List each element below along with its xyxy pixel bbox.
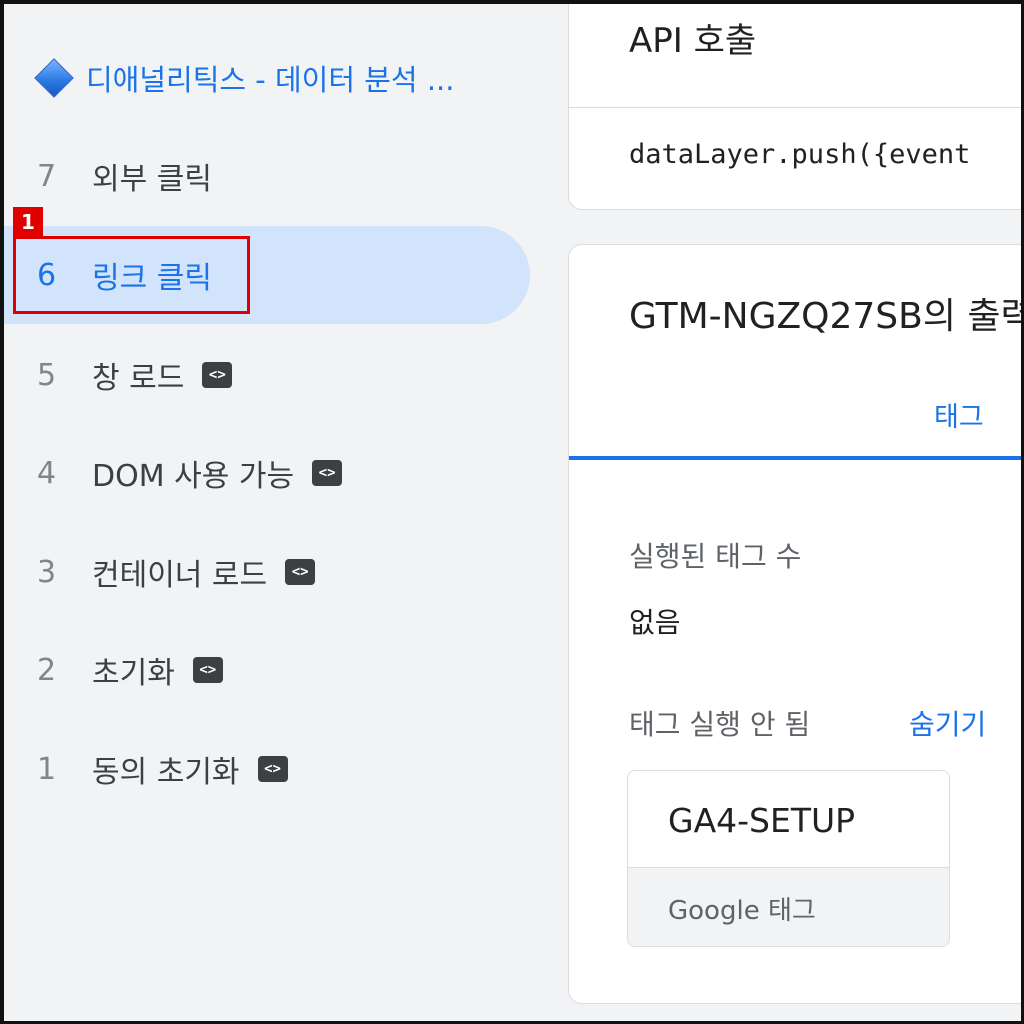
event-label: DOM 사용 가능 bbox=[92, 459, 295, 494]
event-label: 외부 클릭 bbox=[92, 162, 212, 197]
event-number: 1 bbox=[37, 751, 57, 787]
tab-indicator bbox=[569, 456, 1021, 460]
event-item-consent-initialization[interactable]: 1 동의 초기화 <> bbox=[4, 720, 530, 818]
tags-not-fired-label: 태그 실행 안 됨 bbox=[629, 708, 811, 741]
event-label: 창 로드 bbox=[92, 361, 185, 396]
app-frame: 디애널리틱스 - 데이터 분석 ... 7 외부 클릭 6 링크 클릭 5 창 … bbox=[0, 0, 1024, 1024]
code-icon: <> bbox=[285, 559, 316, 585]
code-icon: <> bbox=[202, 362, 233, 388]
code-icon: <> bbox=[312, 460, 343, 486]
annotation-highlight-box bbox=[13, 236, 250, 314]
api-call-title: API 호출 bbox=[629, 21, 757, 61]
event-number: 3 bbox=[37, 554, 57, 590]
event-label: 동의 초기화 bbox=[92, 755, 240, 790]
tags-fired-label: 실행된 태그 수 bbox=[629, 540, 802, 573]
tag-type: Google 태그 bbox=[668, 896, 816, 926]
api-call-code: dataLayer.push({event bbox=[629, 139, 971, 170]
tag-name: GA4-SETUP bbox=[668, 801, 856, 840]
event-item-external-click[interactable]: 7 외부 클릭 bbox=[4, 127, 530, 225]
tab-tags[interactable]: 태그 bbox=[934, 395, 984, 434]
api-call-card: API 호출 dataLayer.push({event bbox=[568, 4, 1021, 210]
tags-fired-value: 없음 bbox=[629, 606, 681, 639]
event-label: 초기화 bbox=[92, 656, 175, 691]
event-number: 7 bbox=[37, 158, 57, 194]
event-number: 2 bbox=[37, 652, 57, 688]
container-output-card: GTM-NGZQ27SB의 출력 태그 실행된 태그 수 없음 태그 실행 안 … bbox=[568, 244, 1024, 1004]
event-item-initialization[interactable]: 2 초기화 <> bbox=[4, 621, 530, 719]
event-number: 4 bbox=[37, 455, 57, 491]
hide-link[interactable]: 숨기기 bbox=[909, 703, 986, 743]
event-item-window-loaded[interactable]: 5 창 로드 <> bbox=[4, 326, 530, 424]
event-number: 5 bbox=[37, 357, 57, 393]
event-sidebar: 디애널리틱스 - 데이터 분석 ... 7 외부 클릭 6 링크 클릭 5 창 … bbox=[4, 4, 549, 1021]
annotation-number-label: 1 bbox=[13, 207, 43, 236]
divider bbox=[569, 107, 1021, 108]
container-output-title: GTM-NGZQ27SB의 출력 bbox=[629, 296, 1024, 337]
code-icon: <> bbox=[192, 657, 223, 683]
event-item-container-loaded[interactable]: 3 컨테이너 로드 <> bbox=[4, 523, 530, 621]
diamond-icon bbox=[34, 58, 74, 98]
event-item-dom-ready[interactable]: 4 DOM 사용 가능 <> bbox=[4, 424, 530, 522]
code-icon: <> bbox=[257, 756, 288, 782]
tag-footer: Google 태그 bbox=[628, 867, 949, 946]
site-title[interactable]: 디애널리틱스 - 데이터 분석 ... bbox=[34, 56, 454, 100]
site-title-label: 디애널리틱스 - 데이터 분석 ... bbox=[86, 63, 455, 97]
tag-card-ga4-setup[interactable]: GA4-SETUP Google 태그 bbox=[627, 770, 950, 947]
event-label: 컨테이너 로드 bbox=[92, 558, 268, 593]
